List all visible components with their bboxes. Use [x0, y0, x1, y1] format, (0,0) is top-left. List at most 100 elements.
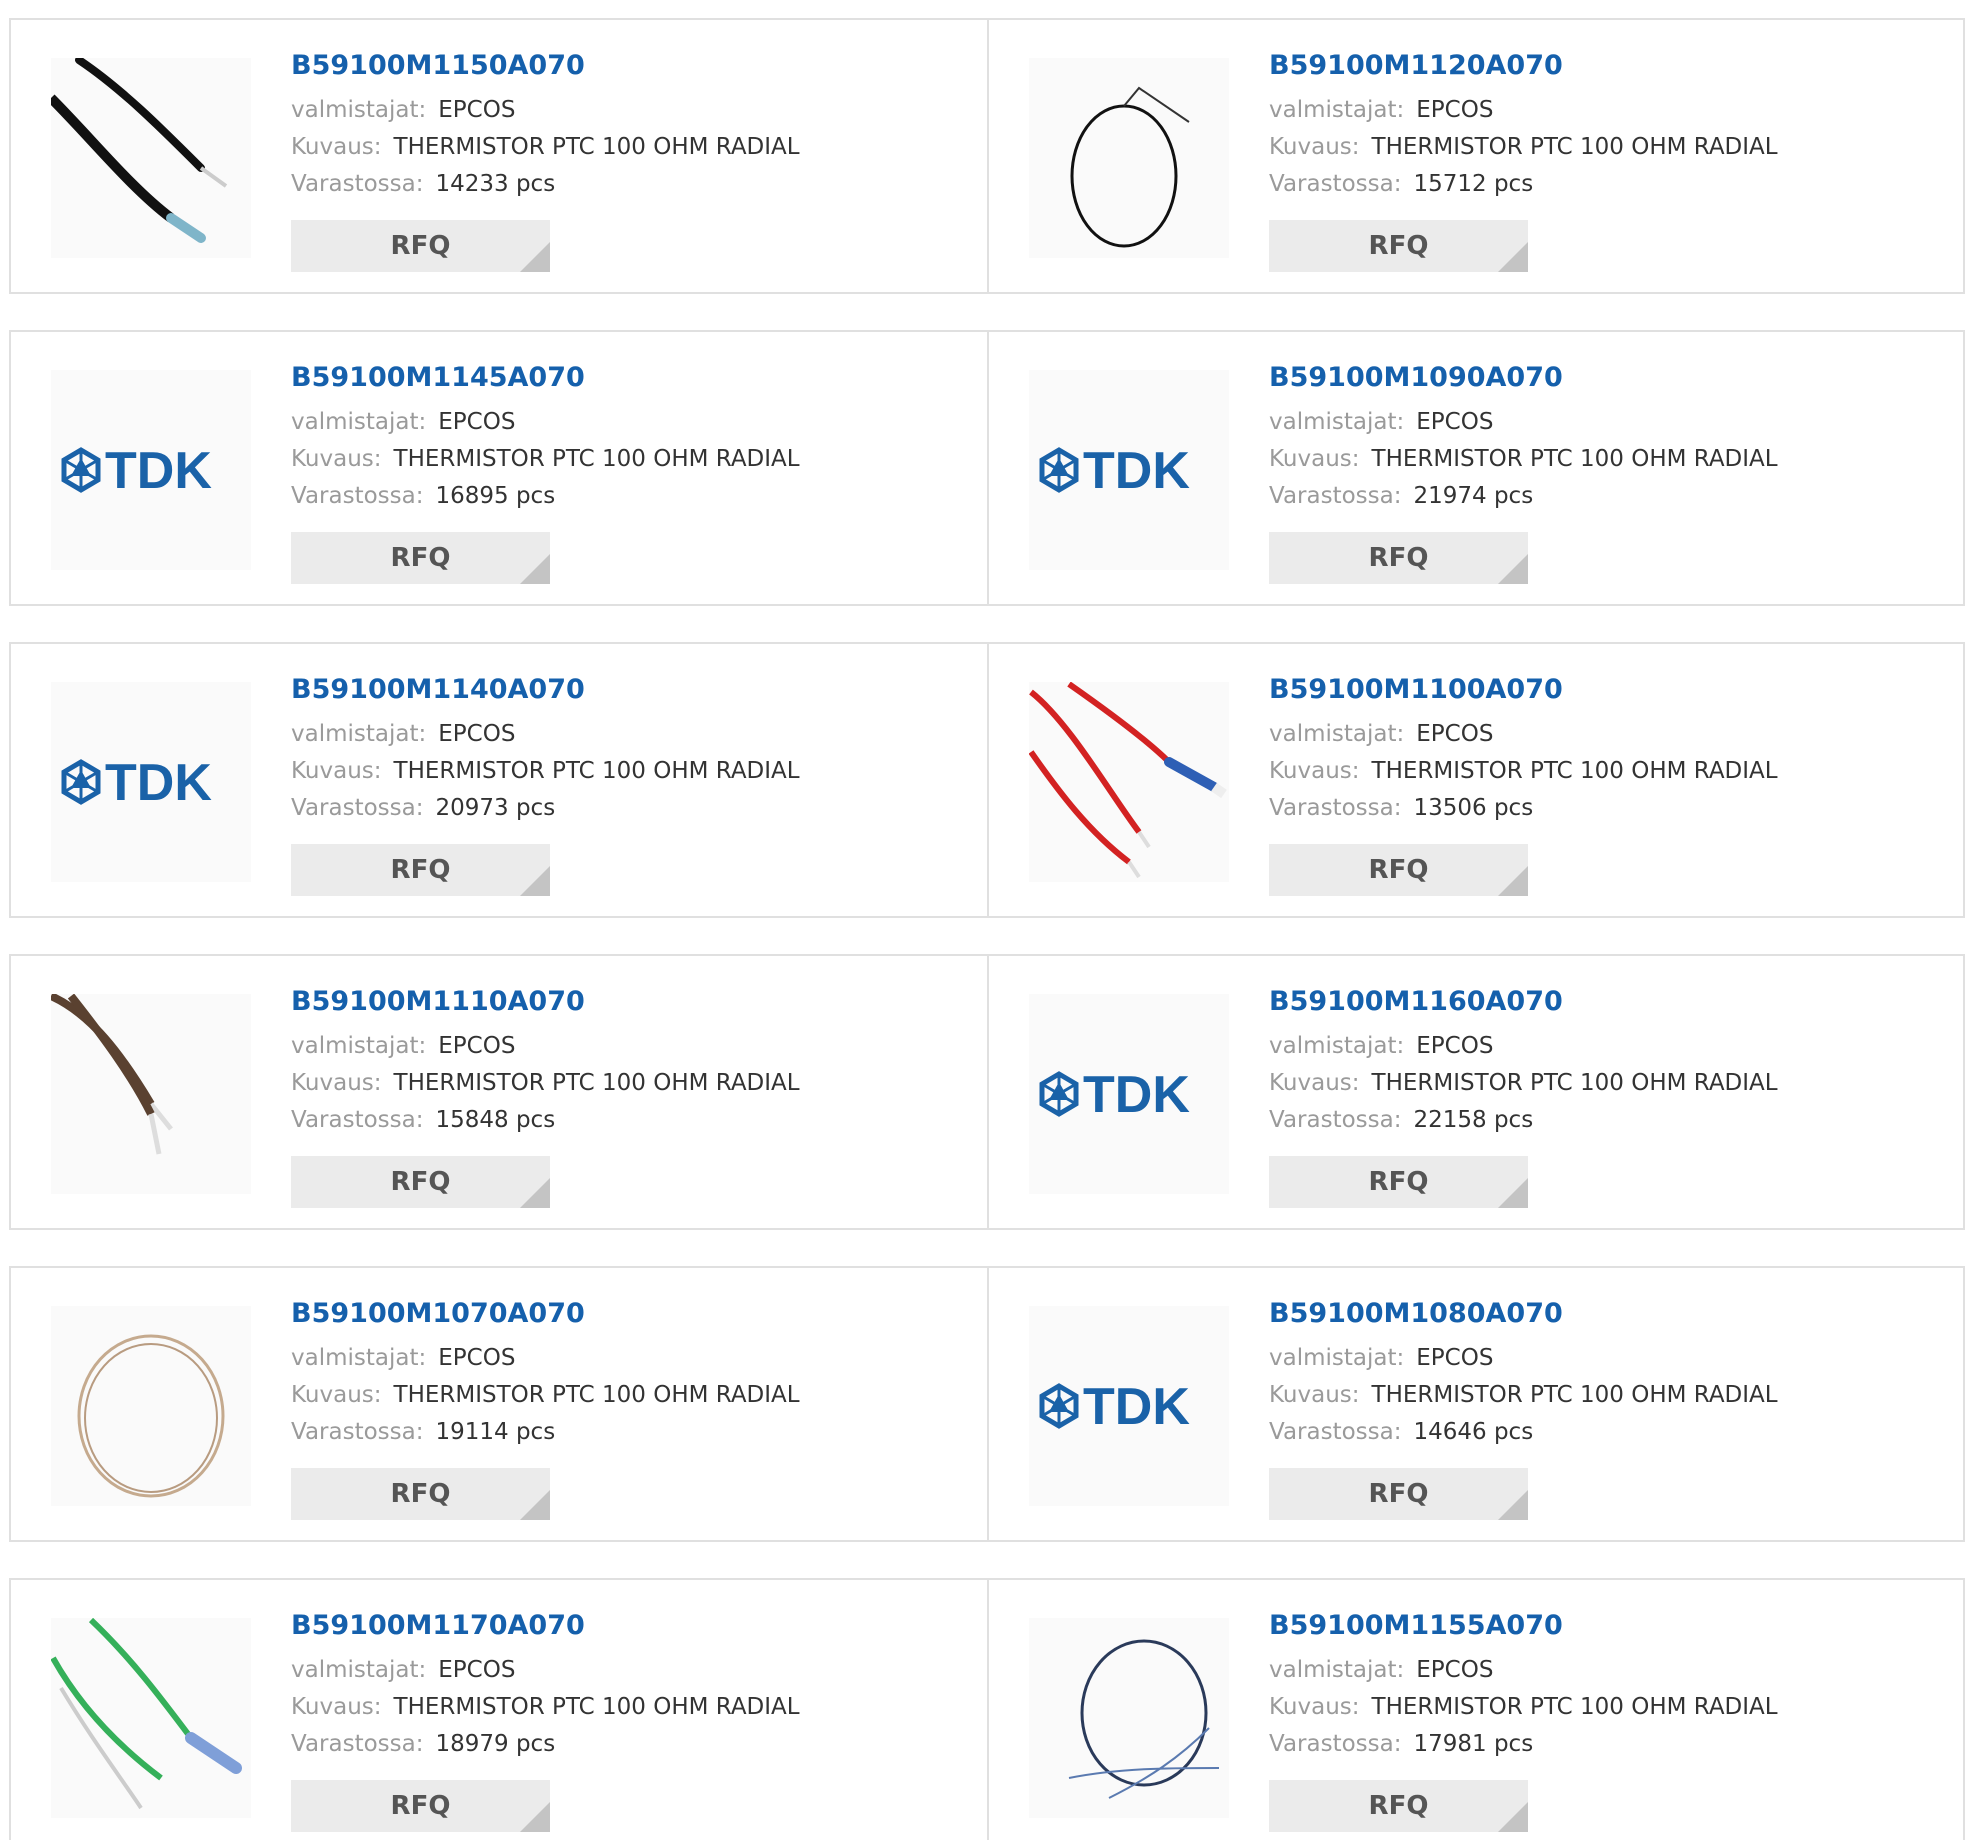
description-label: Kuvaus:: [291, 446, 382, 472]
product-row: B59100M1150A070 valmistajat: EPCOS Kuvaus: T…: [9, 18, 1965, 294]
description-value: THERMISTOR PTC 100 OHM RADIAL: [1371, 1694, 1778, 1720]
product-image[interactable]: [1029, 1618, 1229, 1818]
rfq-button[interactable]: RFQ: [291, 532, 550, 584]
manufacturer-line: valmistajat: EPCOS: [291, 1340, 967, 1377]
part-number-link[interactable]: B59100M1080A070: [1269, 1296, 1943, 1332]
stock-line: Varastossa: 14233 pcs: [291, 166, 967, 203]
stock-value: 15848 pcs: [435, 1107, 556, 1133]
description-value: THERMISTOR PTC 100 OHM RADIAL: [393, 134, 800, 160]
rfq-button[interactable]: RFQ: [291, 844, 550, 896]
manufacturer-value: EPCOS: [1416, 1345, 1494, 1371]
product-image[interactable]: [1029, 58, 1229, 258]
rfq-button[interactable]: RFQ: [291, 1156, 550, 1208]
manufacturer-label: valmistajat:: [1269, 409, 1405, 435]
product-image[interactable]: [51, 994, 251, 1194]
rfq-button[interactable]: RFQ: [291, 1468, 550, 1520]
part-number-link[interactable]: B59100M1150A070: [291, 48, 967, 84]
rfq-button-label: RFQ: [390, 231, 451, 261]
description-label: Kuvaus:: [291, 1694, 382, 1720]
product-info: B59100M1160A070 valmistajat: EPCOS Kuvaus: T…: [1269, 984, 1943, 1139]
part-number-link[interactable]: B59100M1155A070: [1269, 1608, 1943, 1644]
product-info: B59100M1090A070 valmistajat: EPCOS Kuvaus: T…: [1269, 360, 1943, 515]
part-number-link[interactable]: B59100M1170A070: [291, 1608, 967, 1644]
manufacturer-label: valmistajat:: [1269, 1657, 1405, 1683]
manufacturer-line: valmistajat: EPCOS: [1269, 1028, 1943, 1065]
rfq-button-label: RFQ: [390, 543, 451, 573]
manufacturer-value: EPCOS: [1416, 721, 1494, 747]
stock-value: 15712 pcs: [1413, 171, 1534, 197]
product-grid: B59100M1150A070 valmistajat: EPCOS Kuvaus: T…: [9, 18, 1965, 1840]
rfq-button[interactable]: RFQ: [1269, 220, 1528, 272]
tdk-logo[interactable]: TDK: [51, 370, 251, 570]
manufacturer-value: EPCOS: [438, 1345, 516, 1371]
product-image[interactable]: [51, 1618, 251, 1818]
description-value: THERMISTOR PTC 100 OHM RADIAL: [393, 1070, 800, 1096]
rfq-button[interactable]: RFQ: [1269, 844, 1528, 896]
stock-line: Varastossa: 17981 pcs: [1269, 1726, 1943, 1763]
product-card: TDK B59100M1145A070 valmistajat: EPCOS Kuvau…: [11, 332, 987, 604]
rfq-button[interactable]: RFQ: [291, 1780, 550, 1832]
part-number-link[interactable]: B59100M1070A070: [291, 1296, 967, 1332]
description-value: THERMISTOR PTC 100 OHM RADIAL: [1371, 446, 1778, 472]
description-value: THERMISTOR PTC 100 OHM RADIAL: [393, 758, 800, 784]
part-number-link[interactable]: B59100M1160A070: [1269, 984, 1943, 1020]
description-value: THERMISTOR PTC 100 OHM RADIAL: [393, 1382, 800, 1408]
tdk-logo-text: TDK: [105, 442, 212, 500]
rfq-button[interactable]: RFQ: [1269, 532, 1528, 584]
stock-label: Varastossa:: [291, 1107, 424, 1133]
stock-value: 14646 pcs: [1413, 1419, 1534, 1445]
tdk-logo[interactable]: TDK: [51, 682, 251, 882]
manufacturer-label: valmistajat:: [1269, 1033, 1405, 1059]
rfq-button[interactable]: RFQ: [291, 220, 550, 272]
part-number-link[interactable]: B59100M1110A070: [291, 984, 967, 1020]
manufacturer-value: EPCOS: [1416, 97, 1494, 123]
manufacturer-line: valmistajat: EPCOS: [1269, 716, 1943, 753]
description-line: Kuvaus: THERMISTOR PTC 100 OHM RADIAL: [291, 753, 967, 790]
rfq-button[interactable]: RFQ: [1269, 1780, 1528, 1832]
product-row: B59100M1110A070 valmistajat: EPCOS Kuvaus: T…: [9, 954, 1965, 1230]
part-number-link[interactable]: B59100M1090A070: [1269, 360, 1943, 396]
stock-line: Varastossa: 21974 pcs: [1269, 478, 1943, 515]
rfq-button[interactable]: RFQ: [1269, 1468, 1528, 1520]
part-number-link[interactable]: B59100M1145A070: [291, 360, 967, 396]
manufacturer-value: EPCOS: [1416, 409, 1494, 435]
tdk-logo[interactable]: TDK: [1029, 370, 1229, 570]
part-number-link[interactable]: B59100M1120A070: [1269, 48, 1943, 84]
description-line: Kuvaus: THERMISTOR PTC 100 OHM RADIAL: [1269, 441, 1943, 478]
rfq-corner-decoration: [520, 242, 550, 272]
description-label: Kuvaus:: [1269, 1070, 1360, 1096]
product-info: B59100M1100A070 valmistajat: EPCOS Kuvaus: T…: [1269, 672, 1943, 827]
description-value: THERMISTOR PTC 100 OHM RADIAL: [1371, 134, 1778, 160]
rfq-button-label: RFQ: [390, 1479, 451, 1509]
tdk-logo[interactable]: TDK: [1029, 994, 1229, 1194]
product-info: B59100M1155A070 valmistajat: EPCOS Kuvaus: T…: [1269, 1608, 1943, 1763]
description-line: Kuvaus: THERMISTOR PTC 100 OHM RADIAL: [291, 1377, 967, 1414]
rfq-button-label: RFQ: [1368, 855, 1429, 885]
stock-line: Varastossa: 20973 pcs: [291, 790, 967, 827]
tdk-logo[interactable]: TDK: [1029, 1306, 1229, 1506]
product-card: TDK B59100M1080A070 valmistajat: EPCOS Kuvau…: [987, 1268, 1963, 1540]
description-value: THERMISTOR PTC 100 OHM RADIAL: [393, 446, 800, 472]
product-info: B59100M1080A070 valmistajat: EPCOS Kuvaus: T…: [1269, 1296, 1943, 1451]
description-label: Kuvaus:: [1269, 446, 1360, 472]
description-value: THERMISTOR PTC 100 OHM RADIAL: [393, 1694, 800, 1720]
description-label: Kuvaus:: [291, 758, 382, 784]
manufacturer-line: valmistajat: EPCOS: [1269, 1652, 1943, 1689]
stock-label: Varastossa:: [1269, 795, 1402, 821]
part-number-link[interactable]: B59100M1100A070: [1269, 672, 1943, 708]
manufacturer-value: EPCOS: [438, 97, 516, 123]
rfq-button[interactable]: RFQ: [1269, 1156, 1528, 1208]
description-label: Kuvaus:: [291, 1382, 382, 1408]
stock-value: 13506 pcs: [1413, 795, 1534, 821]
description-label: Kuvaus:: [291, 1070, 382, 1096]
description-label: Kuvaus:: [291, 134, 382, 160]
manufacturer-value: EPCOS: [438, 1033, 516, 1059]
rfq-button-label: RFQ: [390, 1167, 451, 1197]
stock-label: Varastossa:: [291, 1731, 424, 1757]
stock-line: Varastossa: 22158 pcs: [1269, 1102, 1943, 1139]
product-image[interactable]: [51, 1306, 251, 1506]
manufacturer-line: valmistajat: EPCOS: [291, 1028, 967, 1065]
product-image[interactable]: [1029, 682, 1229, 882]
part-number-link[interactable]: B59100M1140A070: [291, 672, 967, 708]
product-image[interactable]: [51, 58, 251, 258]
